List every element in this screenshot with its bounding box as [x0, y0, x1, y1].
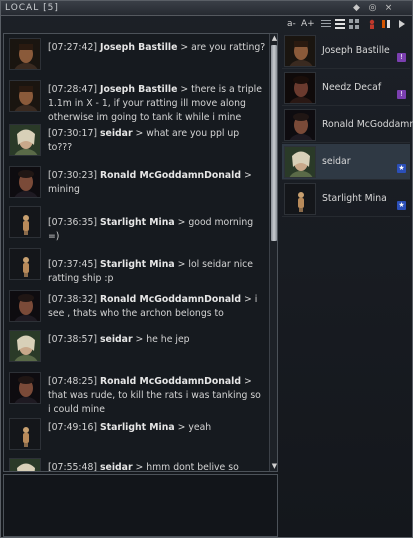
- member-row[interactable]: Ronald McGoddamn: [282, 107, 413, 143]
- avatar[interactable]: [9, 418, 41, 450]
- member-name[interactable]: seidar: [322, 156, 351, 167]
- portrait-list-icon[interactable]: [349, 19, 359, 29]
- message-text: [07:36:35] Starlight Mina > good morning…: [48, 216, 266, 244]
- message-author[interactable]: seidar: [100, 128, 133, 139]
- settings-icon[interactable]: ◆: [351, 3, 362, 14]
- message-text: [07:38:57] seidar > he he jep: [48, 333, 266, 347]
- message-text: [07:30:23] Ronald McGoddamnDonald > mini…: [48, 169, 266, 197]
- message-timestamp: [07:55:48]: [48, 462, 98, 472]
- avatar[interactable]: [9, 330, 41, 362]
- message-timestamp: [07:28:47]: [48, 84, 98, 95]
- avatar[interactable]: [9, 38, 41, 70]
- message-author[interactable]: Ronald McGoddamnDonald: [100, 376, 241, 387]
- message-text: [07:28:47] Joseph Bastille > there is a …: [48, 83, 266, 125]
- member-row[interactable]: seidar ★: [282, 144, 410, 180]
- detailed-list-icon[interactable]: [335, 19, 345, 29]
- scroll-down-icon[interactable]: ▼: [270, 462, 277, 471]
- member-row[interactable]: Starlight Mina ★: [282, 181, 410, 217]
- chat-message-area[interactable]: [07:27:42] Joseph Bastille > are you rat…: [3, 33, 278, 472]
- compact-list-icon[interactable]: [321, 19, 331, 29]
- message-timestamp: [07:38:57]: [48, 334, 98, 345]
- avatar[interactable]: [9, 206, 41, 238]
- message-text: [07:49:16] Starlight Mina > yeah: [48, 421, 266, 435]
- scroll-up-icon[interactable]: ▲: [270, 34, 277, 43]
- message-body: > hmm dont belive so: [132, 462, 239, 472]
- avatar[interactable]: [9, 248, 41, 280]
- local-chat-window: LOCAL [5] ◆ ◎ × a- A+ [07:27:42] Joseph …: [0, 0, 413, 538]
- chat-input-field[interactable]: [3, 474, 278, 537]
- avatar[interactable]: [284, 146, 316, 178]
- message-author[interactable]: Ronald McGoddamnDonald: [100, 294, 241, 305]
- message-text: [07:48:25] Ronald McGoddamnDonald > that…: [48, 375, 266, 417]
- member-name[interactable]: Needz Decaf: [322, 82, 381, 93]
- member-name[interactable]: Ronald McGoddamn: [322, 119, 413, 130]
- message-timestamp: [07:49:16]: [48, 422, 98, 433]
- message-author[interactable]: seidar: [100, 334, 133, 345]
- scrollbar-thumb[interactable]: [271, 45, 277, 241]
- channel-settings-icon[interactable]: [381, 19, 391, 29]
- message-author[interactable]: Joseph Bastille: [100, 42, 177, 53]
- message-author[interactable]: Starlight Mina: [100, 259, 175, 270]
- star-badge-icon: ★: [397, 201, 406, 210]
- message-author[interactable]: seidar: [100, 462, 133, 471]
- message-author[interactable]: Joseph Bastille: [100, 84, 177, 95]
- avatar[interactable]: [284, 109, 316, 141]
- message-body: > yeah: [174, 422, 212, 433]
- member-name[interactable]: Starlight Mina: [322, 193, 387, 204]
- member-row[interactable]: Joseph Bastille!: [282, 33, 410, 69]
- member-icon[interactable]: [367, 19, 377, 29]
- avatar[interactable]: [9, 80, 41, 112]
- message-text: [07:37:45] Starlight Mina > lol seidar n…: [48, 258, 266, 286]
- avatar[interactable]: [9, 124, 41, 156]
- message-timestamp: [07:38:32]: [48, 294, 98, 305]
- chat-toolbar: a- A+: [1, 16, 412, 32]
- message-timestamp: [07:48:25]: [48, 376, 98, 387]
- message-timestamp: [07:27:42]: [48, 42, 98, 53]
- message-author[interactable]: Starlight Mina: [100, 422, 175, 433]
- chat-scrollbar[interactable]: ▲ ▼: [269, 34, 277, 471]
- close-icon[interactable]: ×: [383, 3, 394, 14]
- standing-badge-icon: !: [397, 53, 406, 62]
- message-timestamp: [07:30:23]: [48, 170, 98, 181]
- message-timestamp: [07:36:35]: [48, 217, 98, 228]
- message-timestamp: [07:30:17]: [48, 128, 98, 139]
- star-badge-icon: ★: [397, 164, 406, 173]
- message-author[interactable]: Starlight Mina: [100, 217, 175, 228]
- minimize-icon[interactable]: ◎: [367, 3, 378, 14]
- avatar[interactable]: [9, 290, 41, 322]
- message-timestamp: [07:37:45]: [48, 259, 98, 270]
- message-text: [07:55:48] seidar > hmm dont belive so: [48, 461, 266, 472]
- avatar[interactable]: [9, 458, 41, 471]
- message-author[interactable]: Ronald McGoddamnDonald: [100, 170, 241, 181]
- window-title: LOCAL [5]: [5, 3, 59, 13]
- message-body: > he he jep: [132, 334, 190, 345]
- collapse-members-icon[interactable]: [397, 19, 407, 29]
- font-larger-button[interactable]: A+: [301, 19, 315, 29]
- avatar[interactable]: [9, 166, 41, 198]
- message-text: [07:38:32] Ronald McGoddamnDonald > i se…: [48, 293, 266, 321]
- standing-badge-icon: !: [397, 90, 406, 99]
- font-smaller-button[interactable]: a-: [287, 19, 296, 29]
- title-bar[interactable]: LOCAL [5] ◆ ◎ ×: [1, 1, 412, 16]
- message-text: [07:27:42] Joseph Bastille > are you rat…: [48, 41, 266, 55]
- message-text: [07:30:17] seidar > what are you ppl up …: [48, 127, 266, 155]
- member-name[interactable]: Joseph Bastille: [322, 45, 390, 56]
- avatar[interactable]: [284, 72, 316, 104]
- message-body: > are you ratting?: [177, 42, 266, 53]
- member-list: Joseph Bastille! Needz Decaf! Ronald McGod…: [282, 33, 413, 537]
- avatar[interactable]: [9, 372, 41, 404]
- member-row[interactable]: Needz Decaf!: [282, 70, 410, 106]
- avatar[interactable]: [284, 183, 316, 215]
- avatar[interactable]: [284, 35, 316, 67]
